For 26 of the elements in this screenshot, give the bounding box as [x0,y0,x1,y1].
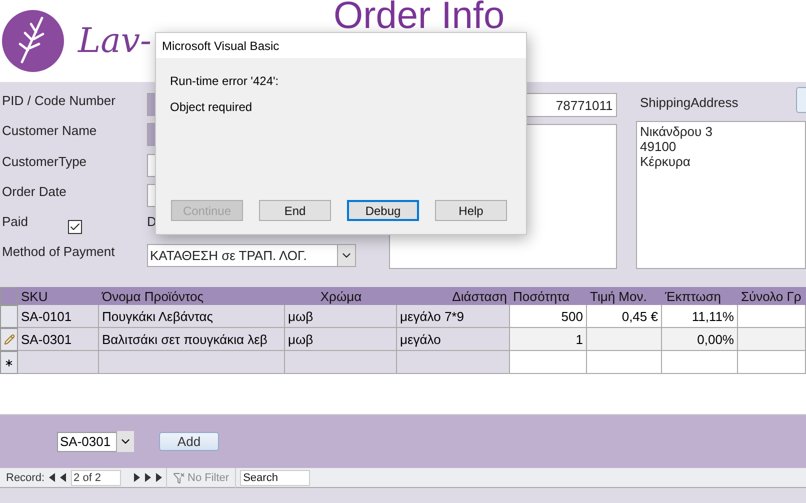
error-code: Run-time error '424': [170,74,280,88]
field-label: CustomerType [2,154,87,169]
field-label: Paid [2,214,28,230]
table-cell: SA-0301 [18,328,99,351]
logo-text: Lav- [78,21,152,61]
table-cell: μεγάλο [397,328,510,351]
table-cell: Βαλιτσάκι σετ πουγκάκια λεβ [99,328,285,351]
table-cell: 0,45 € [587,305,662,328]
field-label: Customer Name [2,123,97,138]
table-cell: Πουγκάκι Λεβάντας [99,305,285,328]
table-cell: 0,00% [662,328,738,351]
table-cell: μωβ [285,305,397,328]
table-cell: 500 [510,305,587,328]
field-label: PID / Code Number [2,93,116,108]
error-message: Object required [170,100,254,114]
table-cell: μωβ [285,328,397,351]
table-cell: μεγάλο 7*9 [397,305,510,328]
table-cell: 1 [510,328,587,351]
field-label: ShippingAddress [640,95,738,110]
field-label: Order Date [2,184,66,199]
form-title: Order Info [334,0,505,32]
table-cell: 11,11% [662,305,738,328]
field-label: Method of Payment [2,244,115,260]
table-cell: SA-0101 [18,305,99,328]
record-label: Record: [6,472,45,484]
dialog-title: Microsoft Visual Basic [156,33,526,58]
